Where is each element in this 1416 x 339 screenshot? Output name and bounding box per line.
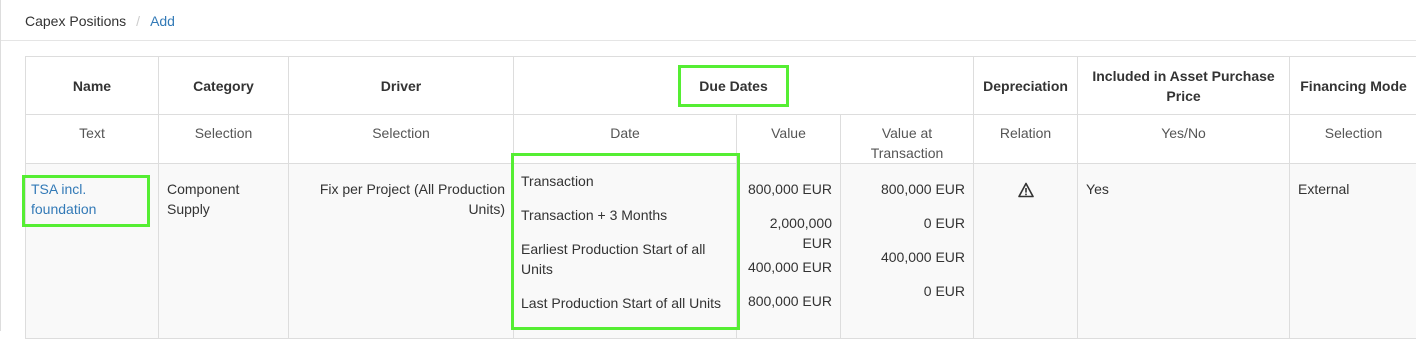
header-driver[interactable]: Driver	[289, 57, 514, 115]
header-financing[interactable]: Financing Mode	[1290, 57, 1416, 115]
value-item: 400,000 EUR	[745, 257, 832, 277]
cell-financing: External	[1290, 164, 1416, 339]
header-divider	[1, 40, 1416, 41]
value-item: 2,000,000 EUR	[745, 213, 832, 253]
cell-category: Component Supply	[159, 164, 289, 339]
subheader-depreciation: Relation	[974, 115, 1078, 164]
capex-name-link[interactable]: TSA incl. foundation	[22, 175, 150, 227]
breadcrumb: Capex Positions/Add	[25, 11, 175, 31]
warning-triangle-icon[interactable]	[1018, 182, 1034, 198]
subheader-included: Yes/No	[1078, 115, 1290, 164]
value-at-transaction-item: 0 EUR	[849, 281, 965, 301]
value-at-transaction-item: 400,000 EUR	[849, 247, 965, 267]
subheader-value: Value	[737, 115, 841, 164]
due-date-item: Transaction + 3 Months	[521, 205, 737, 225]
page-frame: Capex Positions/Add Name Category Driver…	[0, 0, 1416, 331]
subheader-value-at-transaction: Value at Transaction	[841, 115, 974, 164]
subheader-driver: Selection	[289, 115, 514, 164]
due-date-item: Last Production Start of all Units	[521, 293, 737, 313]
header-included[interactable]: Included in Asset Purchase Price	[1078, 57, 1290, 115]
header-due-dates[interactable]: Due Dates	[678, 65, 788, 107]
due-date-item: Transaction	[521, 171, 737, 191]
header-category[interactable]: Category	[159, 57, 289, 115]
cell-depreciation	[974, 164, 1078, 339]
header-name[interactable]: Name	[26, 57, 159, 115]
value-at-transaction-item: 800,000 EUR	[849, 179, 965, 199]
breadcrumb-current: Capex Positions	[25, 13, 126, 29]
subheader-financing: Selection	[1290, 115, 1416, 164]
header-due-dates-cell: Due Dates	[514, 57, 974, 115]
breadcrumb-separator: /	[126, 13, 150, 29]
cell-values-at-transaction: 800,000 EUR 0 EUR 400,000 EUR 0 EUR	[841, 164, 974, 339]
add-link[interactable]: Add	[150, 13, 175, 29]
cell-included: Yes	[1078, 164, 1290, 339]
value-at-transaction-item: 0 EUR	[849, 213, 965, 233]
cell-driver: Fix per Project (All Production Units)	[289, 164, 514, 339]
subheader-category: Selection	[159, 115, 289, 164]
value-item: 800,000 EUR	[745, 291, 832, 311]
value-at-transaction-list: 800,000 EUR 0 EUR 400,000 EUR 0 EUR	[849, 179, 965, 301]
header-row: Name Category Driver Due Dates Depreciat…	[26, 57, 1416, 115]
header-depreciation[interactable]: Depreciation	[974, 57, 1078, 115]
due-date-item: Earliest Production Start of all Units	[521, 239, 737, 279]
value-item: 800,000 EUR	[745, 179, 832, 199]
cell-values: 800,000 EUR 2,000,000 EUR 400,000 EUR 80…	[737, 164, 841, 339]
cell-name: TSA incl. foundation	[26, 164, 159, 339]
value-list: 800,000 EUR 2,000,000 EUR 400,000 EUR 80…	[745, 179, 832, 311]
subheader-name: Text	[26, 115, 159, 164]
due-date-list: Transaction Transaction + 3 Months Earli…	[511, 153, 740, 330]
